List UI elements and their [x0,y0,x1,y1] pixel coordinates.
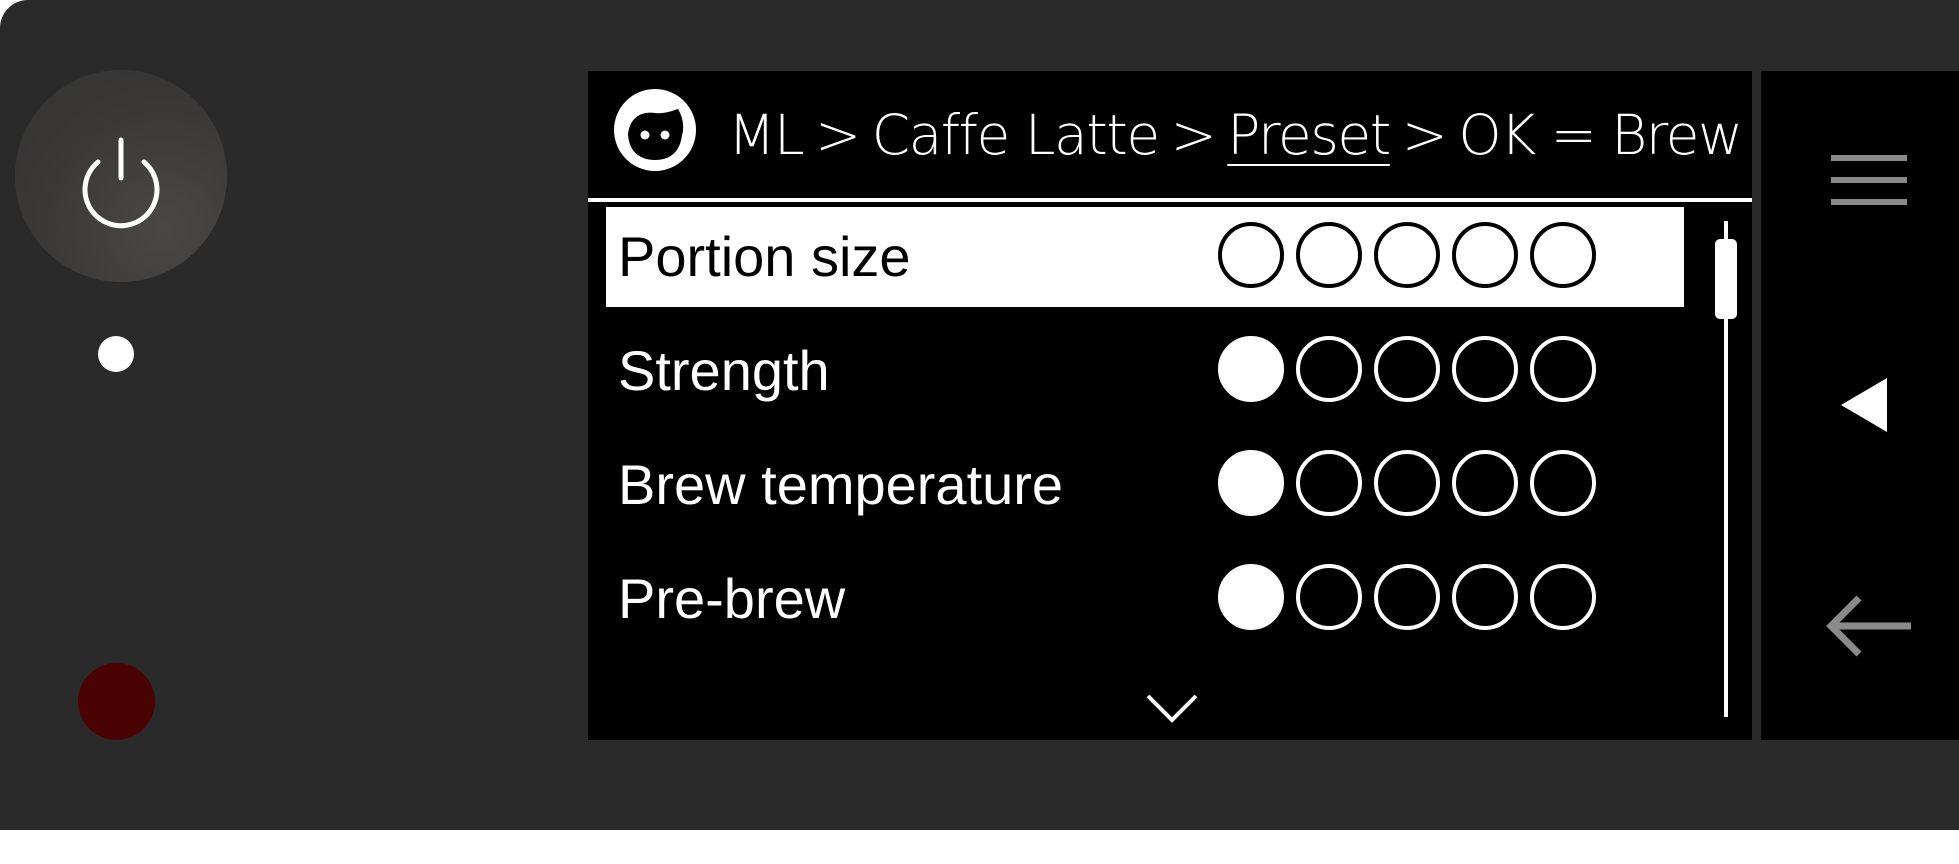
scrollbar-thumb[interactable] [1715,239,1737,319]
level-dot-filled [1218,564,1284,630]
level-dot-filled [1218,336,1284,402]
level-dot-filled [1218,450,1284,516]
level-dot-empty [1374,564,1440,630]
breadcrumb-separator: > [1170,103,1217,167]
setting-label: Brew temperature [618,453,1064,516]
level-dot-empty [1374,336,1440,402]
level-dot-empty [1530,336,1596,402]
triangle-left-icon [1841,378,1887,432]
level-dot-empty [1296,564,1362,630]
power-icon [82,137,160,229]
level-dot-empty [1452,336,1518,402]
side-button-panel [1761,71,1959,740]
breadcrumb-separator: > [1401,103,1448,167]
breadcrumb-separator: > [815,103,861,167]
menu-icon [1831,155,1907,205]
breadcrumb-item-ok-brew: OK = Brew [1458,103,1743,167]
power-button[interactable] [15,70,227,282]
level-dot-empty [1296,222,1362,288]
display-screen: ML > Caffe Latte > Preset > OK = Brew Po… [588,71,1752,740]
level-dot-empty [1296,450,1362,516]
breadcrumb-item-ml: ML [728,103,805,167]
level-dot-empty [1452,222,1518,288]
screen-header: ML > Caffe Latte > Preset > OK = Brew [588,71,1752,199]
setting-row-strength[interactable]: Strength [606,321,1684,421]
setting-row-pre-brew[interactable]: Pre-brew [606,549,1684,649]
level-dot-empty [1452,564,1518,630]
level-dot-empty [1374,450,1440,516]
level-dot-empty [1530,564,1596,630]
level-dot-empty [1530,450,1596,516]
breadcrumb-item-caffe-latte: Caffe Latte [871,103,1160,167]
back-arrow-icon [1826,595,1911,657]
setting-label: Strength [618,339,830,402]
menu-button[interactable] [1761,106,1959,256]
setting-row-brew-temperature[interactable]: Brew temperature [606,435,1684,535]
level-dot-empty [1296,336,1362,402]
power-indicator-light [98,336,134,372]
chevron-down-icon[interactable] [1143,689,1201,727]
red-button[interactable] [78,663,155,740]
back-button[interactable] [1761,551,1959,701]
left-button[interactable] [1761,330,1959,480]
breadcrumb-item-preset: Preset [1227,103,1391,167]
level-dot-empty [1530,222,1596,288]
setting-label: Pre-brew [618,567,846,630]
breadcrumb: ML > Caffe Latte > Preset > OK = Brew [728,91,1743,179]
level-dot-empty [1374,222,1440,288]
level-dot-empty [1452,450,1518,516]
level-dot-empty [1218,222,1284,288]
setting-label: Portion size [618,225,911,288]
machine-panel: ML > Caffe Latte > Preset > OK = Brew Po… [0,0,1959,830]
header-divider [588,198,1752,202]
user-face-icon [614,89,696,171]
setting-row-portion-size[interactable]: Portion size [606,207,1684,307]
